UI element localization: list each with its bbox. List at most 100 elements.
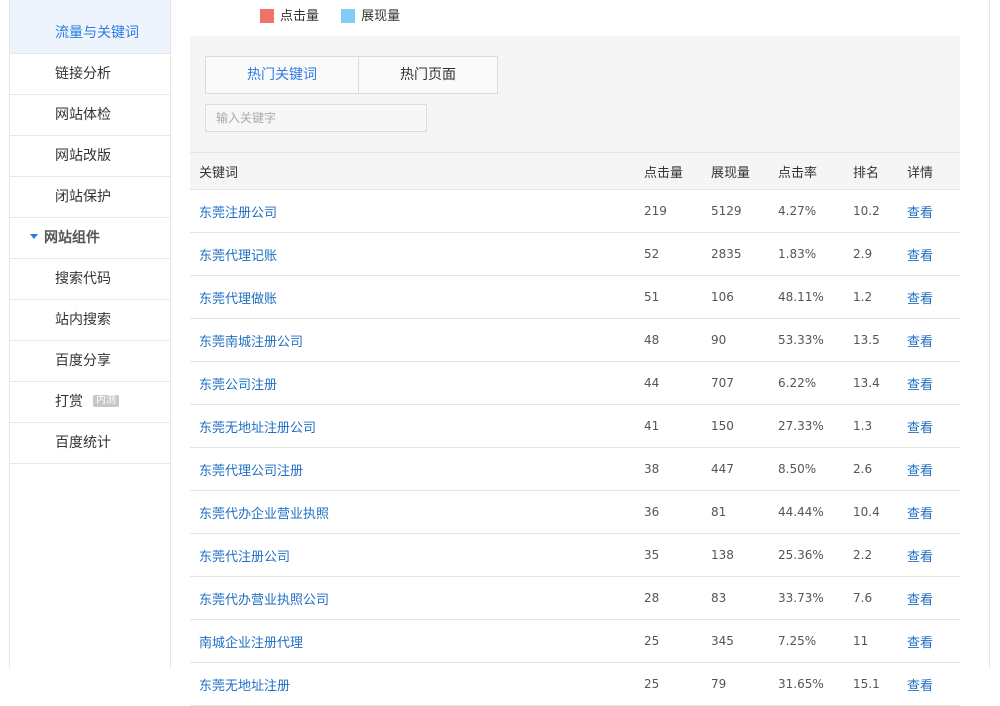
column-header-impressions[interactable]: 展现量 <box>710 152 777 190</box>
impressions-cell: 707 <box>710 361 777 405</box>
column-header-ctr[interactable]: 点击率 <box>777 152 852 190</box>
column-header-rank[interactable]: 排名 <box>852 152 906 190</box>
sidebar-item-site-closure-protection[interactable]: 闭站保护 <box>10 177 170 218</box>
sidebar-item-baidu-analytics[interactable]: 百度统计 <box>10 423 170 464</box>
keyword-link[interactable]: 东莞无地址注册 <box>199 679 290 694</box>
keyword-cell: 东莞代理记账 <box>190 232 643 276</box>
keywords-table: 关键词 点击量 展现量 点击率 排名 详情 东莞注册公司 219 5129 4.27%… <box>190 152 960 706</box>
page-divider <box>989 0 990 668</box>
clicks-cell: 44 <box>643 361 710 405</box>
sidebar-item-site-search[interactable]: 站内搜索 <box>10 300 170 341</box>
clicks-cell: 36 <box>643 490 710 534</box>
impressions-cell: 81 <box>710 490 777 534</box>
impressions-cell: 90 <box>710 318 777 362</box>
sidebar-group-site-components[interactable]: 网站组件 <box>10 218 170 259</box>
sidebar-item-label: 网站改版 <box>55 148 111 164</box>
view-details-link[interactable]: 查看 <box>907 206 933 221</box>
column-header-keyword: 关键词 <box>190 152 643 190</box>
tab-hot-pages[interactable]: 热门页面 <box>358 57 497 93</box>
keyword-link[interactable]: 东莞注册公司 <box>199 206 277 221</box>
keyword-cell: 东莞公司注册 <box>190 361 643 405</box>
clicks-cell: 219 <box>643 189 710 233</box>
sidebar-item-label: 流量与关键词 <box>55 25 139 41</box>
table-row: 东莞代理记账 52 2835 1.83% 2.9 查看 <box>190 232 960 276</box>
keyword-cell: 东莞无地址注册公司 <box>190 404 643 448</box>
keyword-link[interactable]: 东莞南城注册公司 <box>199 335 303 350</box>
view-details-link[interactable]: 查看 <box>907 335 933 350</box>
table-row: 东莞注册公司 219 5129 4.27% 10.2 查看 <box>190 189 960 233</box>
view-details-link[interactable]: 查看 <box>907 679 933 694</box>
tab-hot-keywords[interactable]: 热门关键词 <box>206 57 358 93</box>
impressions-cell: 106 <box>710 275 777 319</box>
beta-badge: 内测 <box>93 395 119 407</box>
sidebar-item-site-revision[interactable]: 网站改版 <box>10 136 170 177</box>
table-body: 东莞注册公司 219 5129 4.27% 10.2 查看 东莞代理记账 52 2835 1.83… <box>190 189 960 706</box>
keyword-cell: 东莞代办企业营业执照 <box>190 490 643 534</box>
keyword-link[interactable]: 东莞代理公司注册 <box>199 464 303 479</box>
view-details-link[interactable]: 查看 <box>907 249 933 264</box>
keyword-link[interactable]: 东莞代注册公司 <box>199 550 290 565</box>
ctr-cell: 25.36% <box>777 533 852 577</box>
sidebar-item-label: 搜索代码 <box>55 271 111 287</box>
ctr-cell: 1.83% <box>777 232 852 276</box>
sidebar-item-label: 百度统计 <box>55 435 111 451</box>
table-row: 东莞南城注册公司 48 90 53.33% 13.5 查看 <box>190 318 960 362</box>
details-cell: 查看 <box>906 576 960 620</box>
rank-cell: 1.2 <box>852 275 906 319</box>
rank-cell: 11 <box>852 619 906 663</box>
legend-item-impressions[interactable]: 展现量 <box>341 5 400 24</box>
view-details-link[interactable]: 查看 <box>907 507 933 522</box>
legend-item-clicks[interactable]: 点击量 <box>260 5 319 24</box>
rank-cell: 15.1 <box>852 662 906 706</box>
sidebar-item-baidu-share[interactable]: 百度分享 <box>10 341 170 382</box>
legend-label: 点击量 <box>280 9 320 24</box>
table-row: 东莞代办营业执照公司 28 83 33.73% 7.6 查看 <box>190 576 960 620</box>
rank-cell: 2.2 <box>852 533 906 577</box>
details-cell: 查看 <box>906 404 960 448</box>
sidebar-item-label: 链接分析 <box>55 66 111 82</box>
impressions-cell: 138 <box>710 533 777 577</box>
view-details-link[interactable]: 查看 <box>907 378 933 393</box>
sidebar-item-tip[interactable]: 打赏 内测 <box>10 382 170 423</box>
sidebar-item-traffic-keywords[interactable]: 流量与关键词 <box>10 0 170 54</box>
ctr-cell: 33.73% <box>777 576 852 620</box>
table-row: 南城企业注册代理 25 345 7.25% 11 查看 <box>190 619 960 663</box>
keyword-link[interactable]: 东莞代理做账 <box>199 292 277 307</box>
keyword-link[interactable]: 东莞公司注册 <box>199 378 277 393</box>
table-row: 东莞代理公司注册 38 447 8.50% 2.6 查看 <box>190 447 960 491</box>
view-details-link[interactable]: 查看 <box>907 464 933 479</box>
keyword-search-input[interactable] <box>205 104 427 132</box>
keyword-link[interactable]: 东莞无地址注册公司 <box>199 421 316 436</box>
table-row: 东莞代注册公司 35 138 25.36% 2.2 查看 <box>190 533 960 577</box>
sidebar-item-search-code[interactable]: 搜索代码 <box>10 259 170 300</box>
chart-legend: 点击量 展现量 <box>260 5 418 24</box>
impressions-cell: 83 <box>710 576 777 620</box>
keyword-link[interactable]: 南城企业注册代理 <box>199 636 303 651</box>
sidebar-group-label: 网站组件 <box>44 230 100 246</box>
clicks-cell: 25 <box>643 619 710 663</box>
keyword-link[interactable]: 东莞代理记账 <box>199 249 277 264</box>
column-header-clicks[interactable]: 点击量 <box>643 152 710 190</box>
details-cell: 查看 <box>906 447 960 491</box>
view-details-link[interactable]: 查看 <box>907 421 933 436</box>
table-row: 东莞公司注册 44 707 6.22% 13.4 查看 <box>190 361 960 405</box>
sidebar-item-link-analysis[interactable]: 链接分析 <box>10 54 170 95</box>
ctr-cell: 31.65% <box>777 662 852 706</box>
clicks-cell: 52 <box>643 232 710 276</box>
ctr-cell: 6.22% <box>777 361 852 405</box>
keyword-cell: 东莞无地址注册 <box>190 662 643 706</box>
clicks-cell: 28 <box>643 576 710 620</box>
impressions-cell: 150 <box>710 404 777 448</box>
view-details-link[interactable]: 查看 <box>907 550 933 565</box>
impressions-cell: 447 <box>710 447 777 491</box>
legend-swatch-clicks <box>260 8 274 23</box>
column-header-details: 详情 <box>906 152 960 190</box>
keyword-link[interactable]: 东莞代办营业执照公司 <box>199 593 329 608</box>
view-details-link[interactable]: 查看 <box>907 636 933 651</box>
details-cell: 查看 <box>906 662 960 706</box>
keyword-link[interactable]: 东莞代办企业营业执照 <box>199 507 329 522</box>
sidebar-item-site-checkup[interactable]: 网站体检 <box>10 95 170 136</box>
view-details-link[interactable]: 查看 <box>907 292 933 307</box>
impressions-cell: 345 <box>710 619 777 663</box>
view-details-link[interactable]: 查看 <box>907 593 933 608</box>
